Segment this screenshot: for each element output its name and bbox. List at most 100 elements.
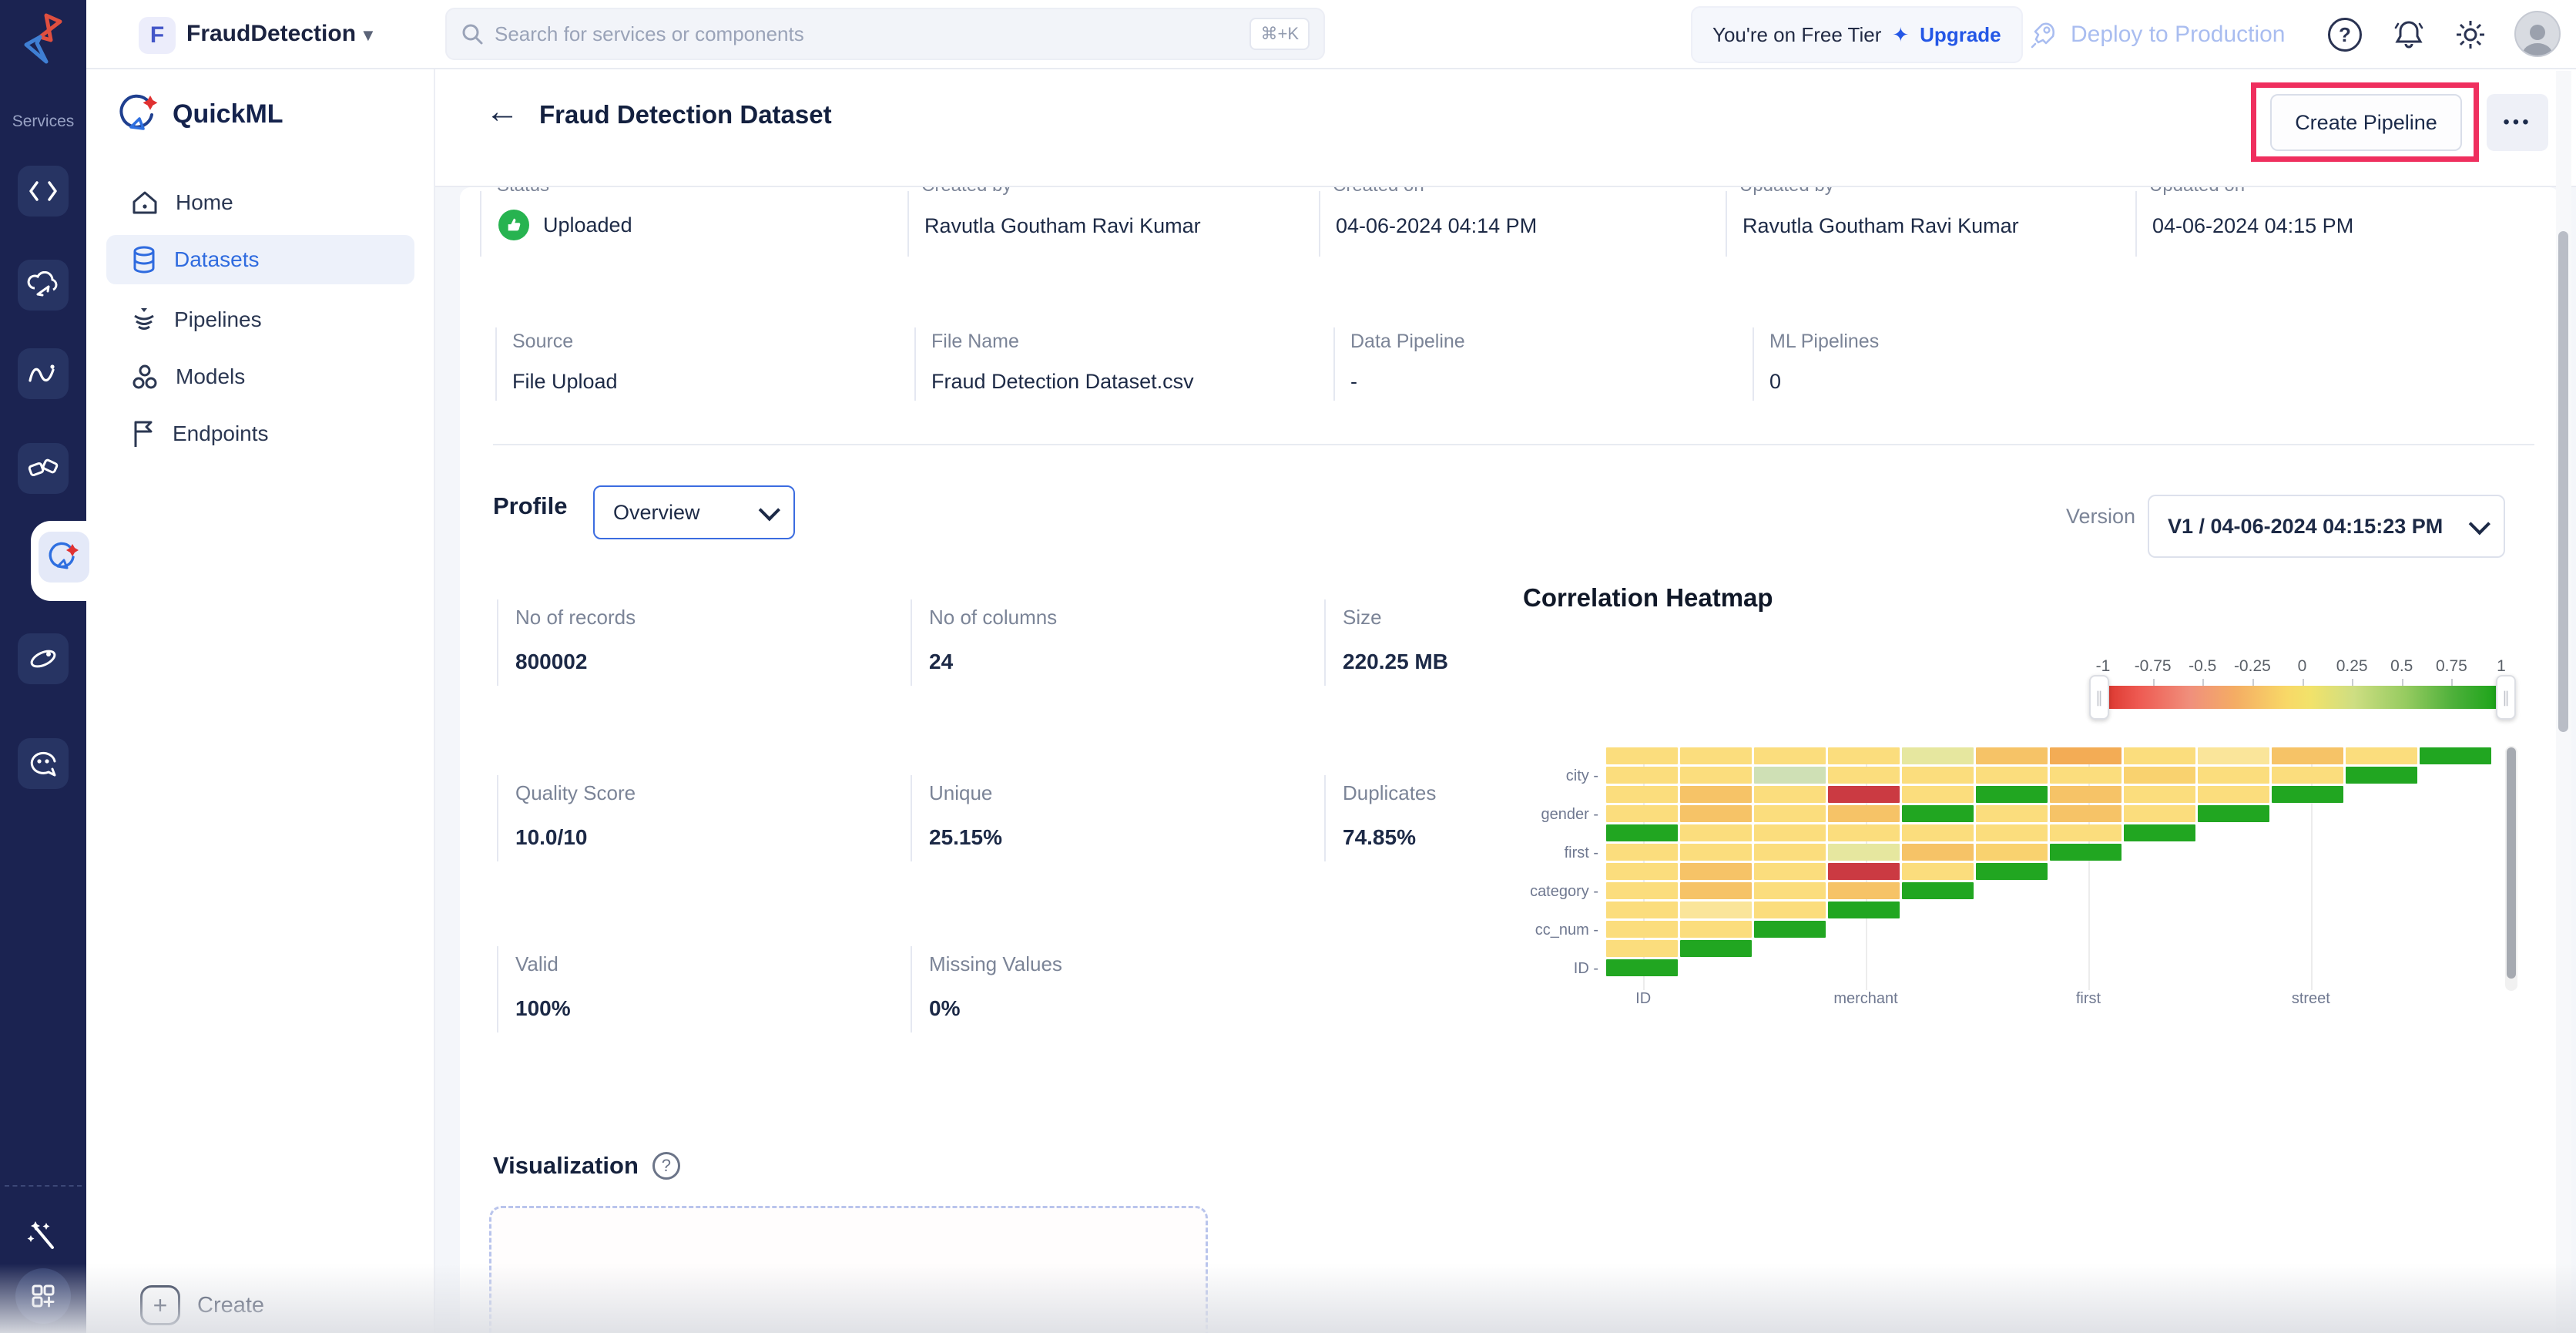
profile-select[interactable]: Overview	[593, 485, 795, 539]
rail-item-chat[interactable]	[18, 738, 69, 789]
back-button[interactable]: ←	[485, 92, 519, 131]
heatmap-row: first -	[1565, 844, 2497, 863]
heatmap-cell	[1680, 902, 1752, 918]
heatmap-cell	[1680, 863, 1752, 880]
heatmap-cell	[1976, 824, 2048, 841]
heatmap-cell	[1902, 882, 1974, 899]
rail-item-code[interactable]	[18, 166, 69, 217]
sidebar-item-label: Pipelines	[174, 307, 262, 331]
orbit-icon	[27, 645, 59, 673]
sidebar-item-endpoints[interactable]: Endpoints	[106, 409, 414, 458]
stat-quality-score: Quality Score 10.0/10	[497, 775, 890, 861]
field-value: 0	[1769, 370, 1782, 393]
stat-missing-values: Missing Values 0%	[911, 946, 1303, 1032]
search-shortcut-badge: ⌘+K	[1249, 18, 1310, 50]
settings-button[interactable]	[2450, 14, 2491, 55]
heatmap-cell	[1680, 767, 1752, 784]
upgrade-link[interactable]: Upgrade	[1920, 23, 2001, 47]
heatmap-row	[1606, 863, 2497, 882]
heatmap-cell	[1754, 767, 1826, 784]
more-options-button[interactable]: •••	[2487, 94, 2548, 151]
heatmap-row: city -	[1566, 767, 2497, 786]
heatmap-cell	[1828, 805, 1900, 822]
sidebar-item-pipelines[interactable]: Pipelines	[106, 295, 414, 344]
heatmap-cell	[1680, 882, 1752, 899]
quickml-icon	[47, 540, 81, 574]
rail-item-integrations[interactable]	[18, 443, 69, 494]
rocket-icon	[2028, 19, 2058, 50]
heatmap-x-label: first	[2075, 990, 2101, 1007]
heatmap-cell	[1828, 824, 1900, 841]
version-label: Version	[2066, 505, 2136, 528]
heatmap-cell	[1606, 959, 1678, 976]
user-avatar[interactable]	[2514, 11, 2561, 57]
field-label: Source	[512, 331, 574, 352]
home-icon	[131, 190, 159, 216]
heatmap-cell	[2124, 824, 2195, 841]
heatmap-scrollbar-thumb[interactable]	[2507, 747, 2516, 979]
heatmap-cell	[2272, 747, 2343, 764]
rail-item-wizard[interactable]	[18, 1210, 69, 1261]
heatmap-cell	[1680, 824, 1752, 841]
rail-item-zia[interactable]	[18, 348, 69, 399]
heatmap-y-label: category -	[1530, 883, 1598, 900]
rail-item-quickml-active[interactable]	[39, 532, 89, 583]
stat-no-of-columns: No of columns 24	[911, 599, 1303, 686]
heatmap-cell	[1680, 805, 1752, 822]
heatmap-cell	[1606, 824, 1678, 841]
main-scrollbar-thumb[interactable]	[2558, 231, 2568, 732]
heatmap-cell	[2124, 767, 2195, 784]
heatmap-cell	[2050, 747, 2122, 764]
heatmap-cell	[1606, 882, 1678, 899]
heatmap-row: category -	[1530, 882, 2497, 902]
quickml-brand: QuickML	[117, 91, 283, 137]
heatmap-cell	[1902, 767, 1974, 784]
heatmap-cell	[1902, 786, 1974, 803]
heatmap-cell	[2050, 786, 2122, 803]
stat-value: 10.0/10	[515, 825, 588, 849]
code-icon	[28, 178, 59, 204]
project-switcher-caret-icon[interactable]: ▼	[360, 25, 377, 45]
heatmap-cell	[1828, 882, 1900, 899]
heatmap-cell	[1606, 747, 1678, 764]
notifications-button[interactable]	[2388, 14, 2430, 55]
create-pipeline-button[interactable]: Create Pipeline	[2270, 94, 2462, 151]
sidebar-item-datasets[interactable]: Datasets	[106, 235, 414, 284]
heatmap-grid: city - gender - first - category - cc_num - I…	[1530, 747, 2497, 990]
search-input[interactable]	[495, 22, 1250, 46]
zoho-logo-icon[interactable]	[17, 11, 69, 66]
create-button[interactable]: + Create	[140, 1285, 264, 1325]
heatmap-row	[1606, 747, 2497, 767]
stat-label: No of records	[515, 606, 636, 629]
help-circle-icon[interactable]: ?	[652, 1152, 680, 1180]
sidebar-item-home[interactable]: Home	[106, 178, 414, 227]
heatmap-cell	[2420, 747, 2491, 764]
sidebar-item-models[interactable]: Models	[106, 352, 414, 401]
heatmap-x-label: ID	[1635, 990, 1652, 1007]
heatmap-cell	[1754, 786, 1826, 803]
version-select[interactable]: V1 / 04-06-2024 04:15:23 PM	[2148, 495, 2505, 558]
rail-item-orbit[interactable]	[18, 633, 69, 684]
updated-on-column: 04-06-2024 04:15 PM	[2135, 191, 2521, 257]
heatmap-cell	[2124, 747, 2195, 764]
colorbar-tick-label: 1	[2497, 657, 2506, 675]
colorbar-handle-right[interactable]: ∥	[2496, 675, 2516, 720]
visualization-dropzone[interactable]	[489, 1206, 1208, 1333]
stat-value: 220.25 MB	[1343, 650, 1448, 673]
chat-face-icon	[27, 749, 59, 778]
help-button[interactable]: ?	[2324, 14, 2366, 55]
global-search: ⌘+K	[445, 8, 1325, 60]
stat-unique: Unique 25.15%	[911, 775, 1303, 861]
deploy-to-production-button[interactable]: Deploy to Production	[2028, 11, 2286, 59]
rail-item-apps[interactable]	[15, 1268, 71, 1324]
heatmap-y-label: first -	[1564, 844, 1598, 861]
heatmap-row	[1606, 902, 2497, 921]
field-value: Fraud Detection Dataset.csv	[931, 370, 1194, 393]
heatmap-cell	[1828, 786, 1900, 803]
heatmap-cell	[1754, 805, 1826, 822]
heatmap-title: Correlation Heatmap	[1523, 583, 1773, 612]
rail-item-cloud[interactable]	[18, 260, 69, 311]
created-on-column: 04-06-2024 04:14 PM	[1319, 191, 1709, 257]
colorbar-handle-left[interactable]: ∥	[2089, 675, 2109, 720]
heatmap-row: cc_num -	[1535, 921, 2497, 940]
